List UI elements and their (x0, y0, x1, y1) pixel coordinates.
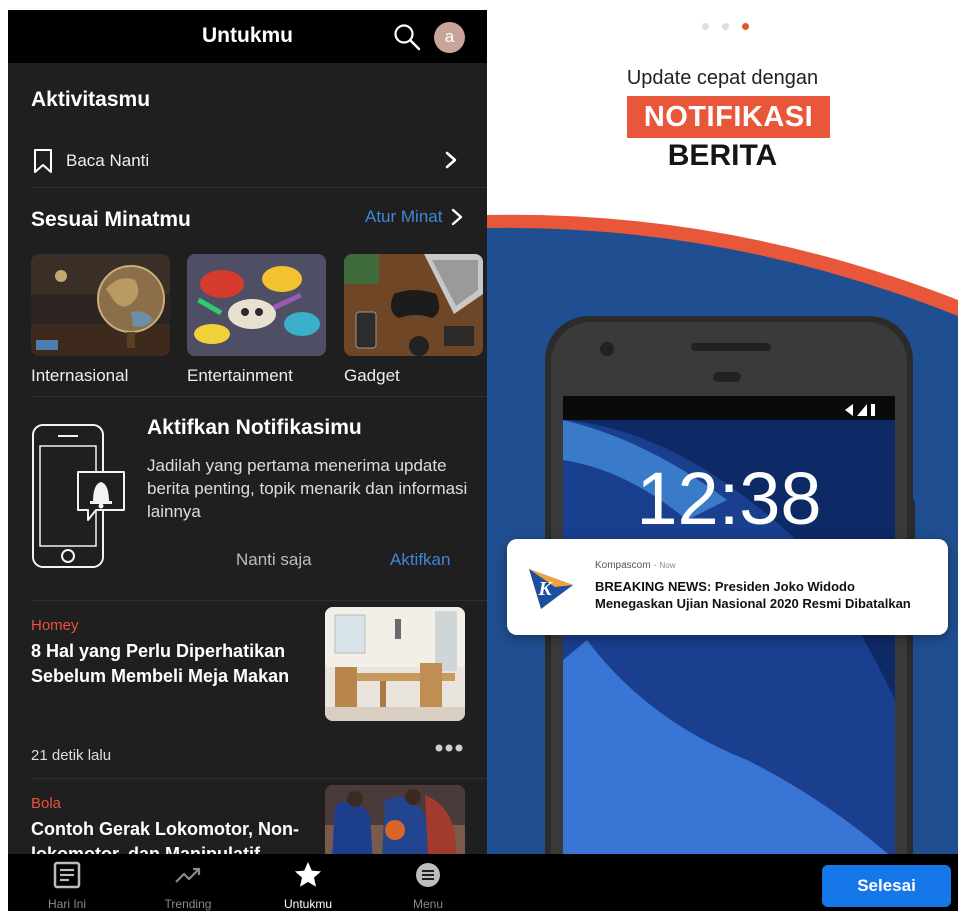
notification-card-body: Jadilah yang pertama menerima update ber… (147, 456, 468, 521)
nav-item-trending[interactable]: Trending (142, 854, 234, 911)
topic-label: Gadget (344, 366, 400, 385)
article-image-dining (325, 607, 465, 721)
topic-label: Entertainment (187, 366, 293, 385)
read-later-row[interactable]: Baca Nanti (8, 138, 487, 184)
star-icon (295, 862, 321, 887)
later-button[interactable]: Nanti saja (236, 550, 312, 570)
more-options-icon[interactable] (435, 743, 463, 753)
topic-image-masks (187, 254, 326, 356)
notification-text: BREAKING NEWS: Presiden Joko Widodo Mene… (595, 579, 911, 611)
trending-icon (175, 867, 201, 883)
search-icon[interactable] (393, 23, 421, 51)
pager-dot-active (742, 23, 749, 30)
notification-source: Kompascom · Now (595, 560, 676, 571)
menu-icon (416, 863, 440, 887)
top-app-bar: Untukmu a (8, 10, 487, 63)
notification-card-title: Aktifkan Notifikasimu (147, 416, 362, 439)
divider (31, 396, 487, 397)
article-time: 21 detik lalu (31, 747, 112, 764)
topic-card-entertainment[interactable]: Entertainment (187, 254, 326, 385)
topic-label: Internasional (31, 366, 129, 385)
chevron-right-icon[interactable] (451, 208, 463, 226)
pager-dot (702, 23, 709, 30)
section-title-interests: Sesuai Minatmu (31, 208, 191, 231)
manage-interests-link[interactable]: Atur Minat (365, 207, 442, 227)
topic-card-gadget[interactable]: Gadget (344, 254, 483, 385)
phone-bell-icon (32, 424, 125, 568)
divider (31, 187, 487, 188)
article-item[interactable]: Homey 8 Hal yang Perlu Diperhatikan Sebe… (8, 607, 487, 777)
onboarding-screen: 12:38 Update cepat dengan NOTIFIKASI BER… (487, 0, 958, 911)
topic-image-gadgets (344, 254, 483, 356)
topic-image-globe (31, 254, 170, 356)
svg-text:K: K (537, 578, 553, 600)
bottom-navigation: Hari Ini Trending Untukmu Menu (8, 854, 487, 911)
promo-line-1: Update cepat dengan (626, 67, 819, 89)
pager-dot (722, 23, 729, 30)
divider (31, 778, 487, 779)
nav-label: Menu (412, 897, 444, 911)
nav-item-untukmu[interactable]: Untukmu (262, 854, 354, 911)
nav-label: Untukmu (283, 897, 333, 911)
nav-label: Hari Ini (47, 897, 86, 911)
topic-card-internasional[interactable]: Internasional (31, 254, 170, 385)
avatar[interactable]: a (434, 22, 465, 53)
left-app-screen: Untukmu a Aktivitasmu Baca Nanti Sesuai … (8, 10, 487, 911)
promo-highlight: NOTIFIKASI (627, 96, 830, 138)
section-title-activity: Aktivitasmu (31, 88, 151, 111)
nav-item-hari-ini[interactable]: Hari Ini (21, 854, 113, 911)
nav-item-menu[interactable]: Menu (382, 854, 474, 911)
kompas-logo-icon: K (529, 569, 573, 609)
promo-line-3: BERITA (667, 139, 778, 172)
push-notification-preview: K Kompascom · Now BREAKING NEWS: Preside… (507, 539, 948, 635)
article-category: Bola (31, 795, 62, 812)
newspaper-icon (53, 861, 81, 889)
chevron-right-icon (445, 151, 457, 169)
read-later-label: Baca Nanti (66, 151, 150, 170)
page-indicator (702, 23, 762, 31)
nav-label: Trending (164, 897, 212, 911)
divider (31, 600, 487, 601)
article-headline: 8 Hal yang Perlu Diperhatikan Sebelum Me… (31, 641, 290, 686)
enable-notifications-button[interactable]: Aktifkan (390, 550, 450, 570)
notification-optin-card: Aktifkan Notifikasimu Jadilah yang perta… (8, 408, 487, 598)
lockscreen-clock: 12:38 (636, 457, 821, 540)
bookmark-icon (34, 149, 52, 173)
done-button[interactable]: Selesai (822, 865, 951, 907)
article-category: Homey (31, 617, 79, 634)
